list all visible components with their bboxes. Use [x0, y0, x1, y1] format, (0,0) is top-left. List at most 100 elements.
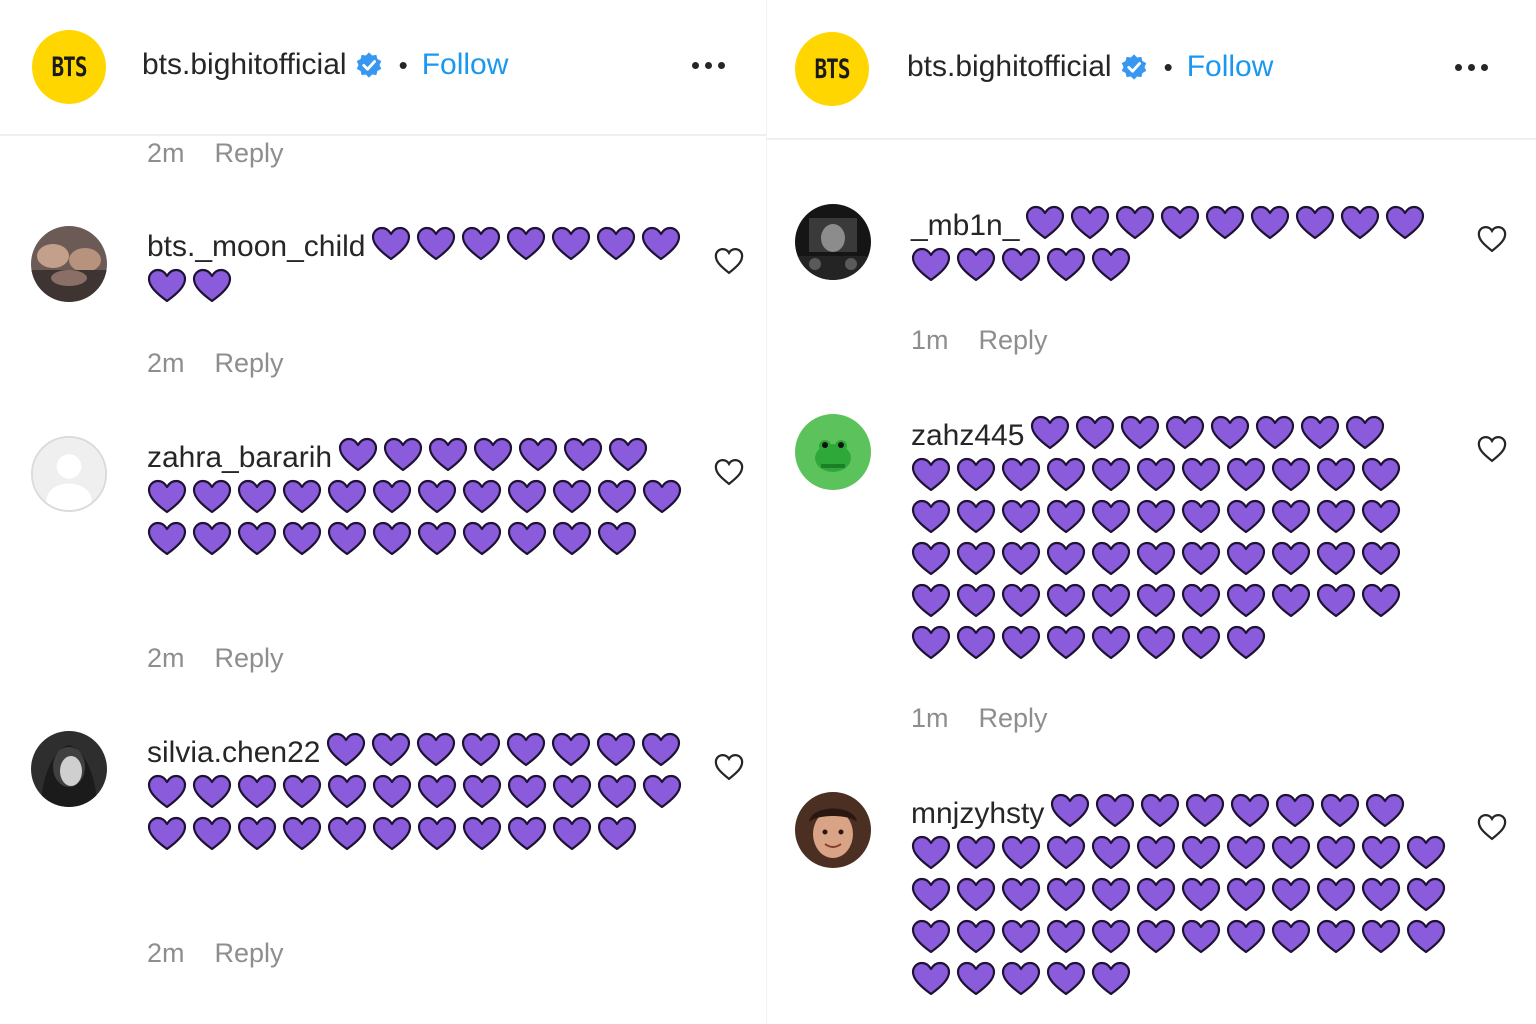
purple-heart-icon: [192, 774, 232, 809]
purple-heart-icon: [1256, 415, 1295, 450]
purple-heart-icon: [507, 479, 547, 514]
purple-heart-icon: [237, 774, 277, 809]
more-options-icon[interactable]: [1455, 64, 1488, 71]
purple-heart-icon: [507, 774, 547, 809]
purple-heart-icon: [1181, 625, 1221, 660]
comment-time: 1m: [911, 703, 949, 733]
purple-heart-icon: [1046, 919, 1086, 954]
purple-heart-icon: [552, 732, 591, 767]
purple-heart-icon: [956, 919, 996, 954]
comment-meta: 2m Reply: [147, 138, 284, 169]
purple-heart-icon: [1116, 205, 1155, 240]
purple-heart-icon: [1321, 793, 1360, 828]
purple-heart-icon: [1046, 541, 1086, 576]
comment-time: 1m: [911, 325, 949, 355]
purple-heart-icon: [429, 437, 468, 472]
post-header: BTS bts.bighitofficial • Follow: [767, 0, 1536, 140]
purple-heart-icon: [1136, 541, 1176, 576]
purple-heart-icon: [417, 226, 456, 261]
purple-heart-icon: [911, 877, 951, 912]
avatar[interactable]: [31, 436, 107, 512]
purple-heart-icon: [1271, 919, 1311, 954]
account-avatar[interactable]: BTS: [32, 30, 106, 104]
follow-button[interactable]: Follow: [422, 48, 509, 82]
purple-heart-icon: [519, 437, 558, 472]
purple-heart-icon: [956, 583, 996, 618]
purple-heart-icon: [552, 774, 592, 809]
purple-heart-icon: [372, 479, 412, 514]
purple-heart-icon: [474, 437, 513, 472]
header-row: bts.bighitofficial • Follow: [907, 44, 1273, 90]
comment-time: 2m: [147, 138, 185, 168]
reply-button[interactable]: Reply: [979, 703, 1048, 733]
purple-heart-icon: [1136, 499, 1176, 534]
purple-heart-icon: [237, 816, 277, 851]
purple-heart-icon: [642, 732, 681, 767]
like-heart-icon[interactable]: [714, 247, 744, 275]
avatar[interactable]: [795, 792, 871, 868]
comment-username[interactable]: zahz445: [911, 419, 1024, 452]
comment-username[interactable]: bts._moon_child: [147, 230, 365, 263]
avatar[interactable]: [31, 731, 107, 807]
comment-text: _mb1n_: [911, 205, 1451, 289]
purple-heart-icon: [1076, 415, 1115, 450]
comment-username[interactable]: mnjzyhsty: [911, 797, 1044, 830]
logo-text: BTS: [814, 54, 851, 84]
account-username[interactable]: bts.bighitofficial: [907, 50, 1112, 84]
comment-username[interactable]: silvia.chen22: [147, 736, 320, 769]
like-heart-icon[interactable]: [1477, 225, 1507, 253]
purple-heart-icon: [192, 521, 232, 556]
purple-heart-icon: [609, 437, 648, 472]
purple-heart-icon: [327, 479, 367, 514]
purple-heart-icon: [1406, 919, 1446, 954]
purple-heart-icon: [1071, 205, 1110, 240]
more-options-icon[interactable]: [692, 62, 725, 69]
avatar[interactable]: [31, 226, 107, 302]
account-username[interactable]: bts.bighitofficial: [142, 48, 347, 82]
purple-heart-icon: [1136, 919, 1176, 954]
reply-button[interactable]: Reply: [979, 325, 1048, 355]
like-heart-icon[interactable]: [714, 458, 744, 486]
reply-button[interactable]: Reply: [215, 138, 284, 168]
purple-heart-icon: [462, 521, 502, 556]
purple-heart-icon: [1181, 919, 1221, 954]
purple-heart-icon: [417, 479, 457, 514]
purple-heart-icon: [147, 521, 187, 556]
purple-heart-icon: [911, 835, 951, 870]
heart-emoji-group: [911, 415, 1406, 662]
purple-heart-icon: [462, 774, 502, 809]
purple-heart-icon: [564, 437, 603, 472]
purple-heart-icon: [552, 479, 592, 514]
comment-text: mnjzyhsty: [911, 793, 1451, 1003]
account-avatar[interactable]: BTS: [795, 32, 869, 106]
purple-heart-icon: [1161, 205, 1200, 240]
reply-button[interactable]: Reply: [215, 348, 284, 378]
purple-heart-icon: [417, 816, 457, 851]
purple-heart-icon: [1136, 457, 1176, 492]
comment-username[interactable]: zahra_bararih: [147, 441, 332, 474]
purple-heart-icon: [956, 247, 996, 282]
purple-heart-icon: [147, 268, 187, 303]
reply-button[interactable]: Reply: [215, 643, 284, 673]
purple-heart-icon: [1046, 499, 1086, 534]
comment-username[interactable]: _mb1n_: [911, 209, 1019, 242]
avatar[interactable]: [795, 204, 871, 280]
purple-heart-icon: [1271, 583, 1311, 618]
purple-heart-icon: [1226, 499, 1266, 534]
like-heart-icon[interactable]: [1477, 435, 1507, 463]
purple-heart-icon: [597, 521, 637, 556]
like-heart-icon[interactable]: [1477, 813, 1507, 841]
purple-heart-icon: [552, 226, 591, 261]
purple-heart-icon: [1181, 457, 1221, 492]
like-heart-icon[interactable]: [714, 753, 744, 781]
header-row: bts.bighitofficial • Follow: [142, 42, 508, 88]
purple-heart-icon: [956, 457, 996, 492]
purple-heart-icon: [1361, 877, 1401, 912]
purple-heart-icon: [1226, 541, 1266, 576]
purple-heart-icon: [1091, 499, 1131, 534]
avatar[interactable]: [795, 414, 871, 490]
follow-button[interactable]: Follow: [1187, 50, 1274, 84]
reply-button[interactable]: Reply: [215, 938, 284, 968]
purple-heart-icon: [1226, 457, 1266, 492]
purple-heart-icon: [1226, 835, 1266, 870]
